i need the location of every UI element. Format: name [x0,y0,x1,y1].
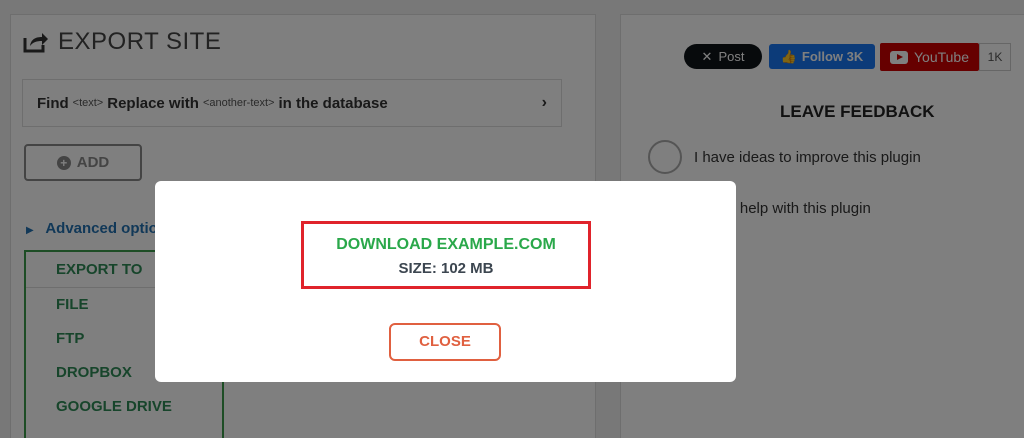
download-highlight-box: DOWNLOAD EXAMPLE.COM SIZE: 102 MB [301,221,591,289]
download-link[interactable]: DOWNLOAD EXAMPLE.COM [304,236,588,254]
close-button[interactable]: CLOSE [389,323,501,361]
download-modal: DOWNLOAD EXAMPLE.COM SIZE: 102 MB CLOSE [155,181,736,382]
file-size-label: SIZE: 102 MB [398,260,494,277]
